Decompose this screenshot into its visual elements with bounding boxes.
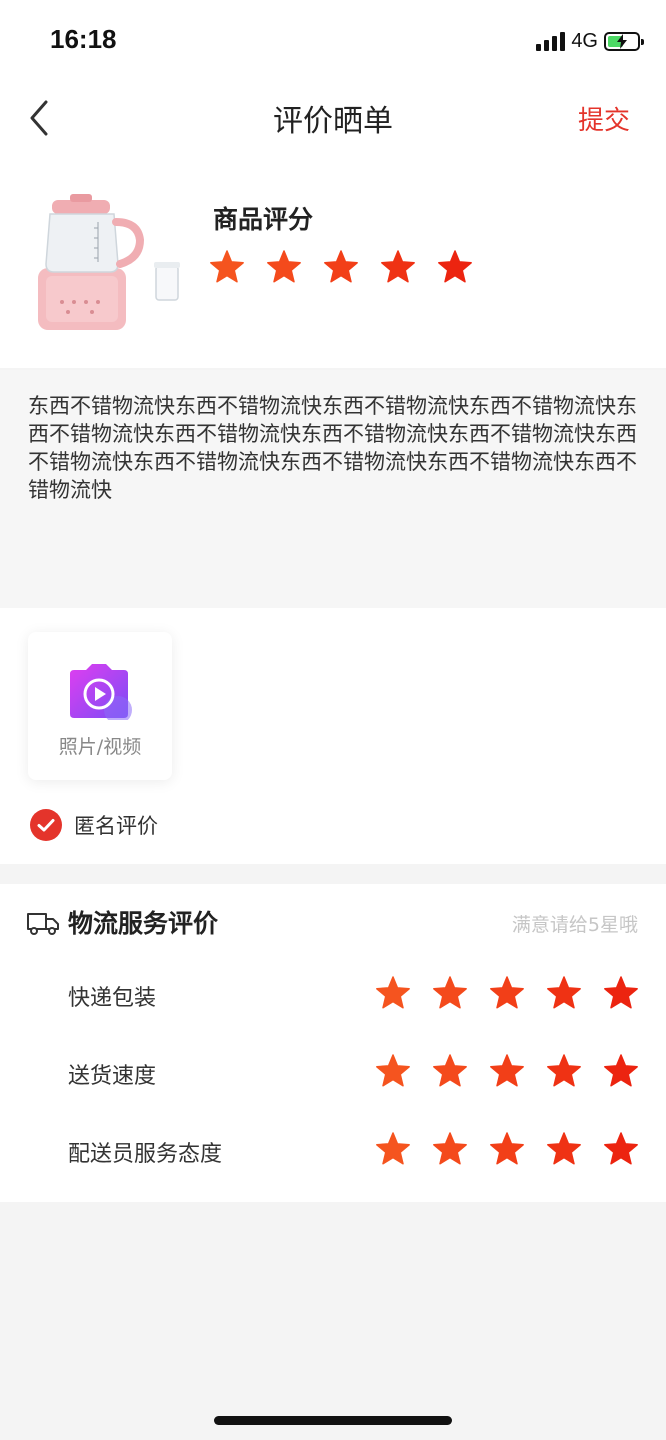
logistics-row-courier: 配送员服务态度: [0, 1126, 666, 1176]
star-icon[interactable]: [324, 250, 358, 284]
star-icon[interactable]: [381, 250, 415, 284]
speed-star-rating[interactable]: [376, 1054, 638, 1088]
signal-icon: [536, 31, 566, 51]
review-text: 东西不错物流快东西不错物流快东西不错物流快东西不错物流快东西不错物流快东西不错物…: [28, 394, 637, 502]
check-circle-icon: [30, 809, 62, 841]
star-icon[interactable]: [433, 976, 467, 1010]
status-indicators: 4G: [536, 28, 644, 54]
network-type: 4G: [571, 29, 598, 52]
upload-label: 照片/视频: [58, 736, 142, 758]
star-icon[interactable]: [433, 1054, 467, 1088]
page-title: 评价晒单: [273, 104, 393, 139]
star-icon[interactable]: [604, 1132, 638, 1166]
status-bar: 16:18 4G: [0, 0, 666, 82]
star-icon[interactable]: [604, 976, 638, 1010]
packaging-star-rating[interactable]: [376, 976, 638, 1010]
logistics-row-speed: 送货速度: [0, 1048, 666, 1098]
product-rating-label: 商品评分: [213, 205, 314, 234]
product-star-rating[interactable]: [210, 250, 472, 284]
media-section: 照片/视频 匿名评价: [0, 608, 666, 864]
status-time: 16:18: [50, 24, 117, 54]
logistics-hint: 满意请给5星哦: [511, 914, 638, 936]
star-icon[interactable]: [490, 976, 524, 1010]
star-icon[interactable]: [433, 1132, 467, 1166]
anonymous-toggle[interactable]: 匿名评价: [30, 808, 158, 842]
courier-star-rating[interactable]: [376, 1132, 638, 1166]
star-icon[interactable]: [547, 1054, 581, 1088]
home-indicator: [214, 1416, 452, 1425]
star-icon[interactable]: [376, 1054, 410, 1088]
product-rating-section: 商品评分: [0, 162, 666, 368]
star-icon[interactable]: [490, 1054, 524, 1088]
battery-icon: [604, 31, 644, 51]
logistics-row-label: 送货速度: [68, 1064, 157, 1089]
star-icon[interactable]: [438, 250, 472, 284]
logistics-row-packaging: 快递包装: [0, 970, 666, 1020]
logistics-title: 物流服务评价: [68, 909, 219, 938]
star-icon[interactable]: [547, 1132, 581, 1166]
star-icon[interactable]: [376, 976, 410, 1010]
logistics-row-label: 配送员服务态度: [68, 1142, 223, 1167]
anonymous-label: 匿名评价: [74, 814, 158, 838]
star-icon[interactable]: [604, 1054, 638, 1088]
upload-photo-video-button[interactable]: 照片/视频: [28, 632, 172, 780]
star-icon[interactable]: [267, 250, 301, 284]
star-icon[interactable]: [210, 250, 244, 284]
review-textarea[interactable]: 东西不错物流快东西不错物流快东西不错物流快东西不错物流快东西不错物流快东西不错物…: [0, 370, 666, 608]
product-image: [38, 194, 180, 330]
star-icon[interactable]: [547, 976, 581, 1010]
truck-icon: [27, 913, 59, 935]
submit-button[interactable]: 提交: [578, 100, 630, 137]
logistics-rating-section: 物流服务评价 满意请给5星哦 快递包装 送货速度 配送员服务态度: [0, 884, 666, 1202]
nav-bar: 评价晒单 提交: [0, 82, 666, 162]
camera-video-icon: [70, 664, 132, 720]
star-icon[interactable]: [490, 1132, 524, 1166]
logistics-row-label: 快递包装: [68, 986, 157, 1011]
star-icon[interactable]: [376, 1132, 410, 1166]
